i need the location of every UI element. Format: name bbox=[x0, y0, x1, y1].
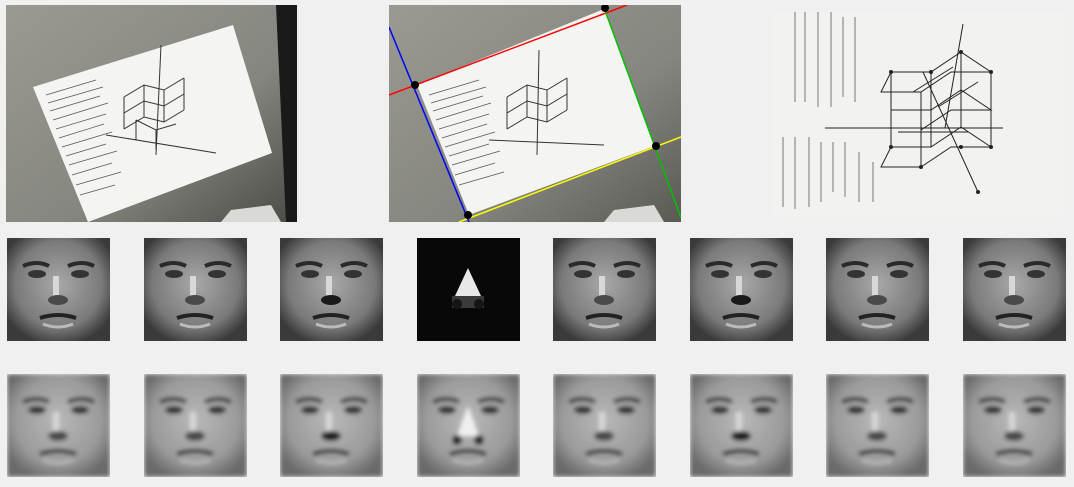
reconstructed-face-thumbnail bbox=[144, 374, 247, 477]
raw-face-thumbnail bbox=[417, 238, 520, 341]
rectified-document-panel bbox=[773, 12, 1064, 216]
raw-face-thumbnail bbox=[690, 238, 793, 341]
corner-marker bbox=[411, 81, 419, 89]
reconstructed-face-thumbnail bbox=[7, 374, 110, 477]
reconstructed-face-thumbnail bbox=[553, 374, 656, 477]
reconstructed-face-thumbnail bbox=[417, 374, 520, 477]
raw-face-thumbnail bbox=[7, 238, 110, 341]
raw-face-thumbnail bbox=[553, 238, 656, 341]
corner-marker bbox=[464, 211, 472, 219]
rectified-document-image bbox=[773, 12, 1064, 216]
corner-marker bbox=[652, 142, 660, 150]
raw-face-thumbnail bbox=[144, 238, 247, 341]
detected-edges-panel bbox=[389, 5, 681, 222]
original-photo-panel bbox=[6, 5, 297, 222]
raw-face-thumbnail bbox=[826, 238, 929, 341]
raw-face-thumbnail bbox=[963, 238, 1066, 341]
original-photo-image bbox=[6, 5, 297, 222]
detected-edges-image bbox=[389, 5, 681, 222]
reconstructed-face-thumbnail bbox=[826, 374, 929, 477]
reconstructed-face-thumbnail bbox=[280, 374, 383, 477]
reconstructed-face-thumbnail bbox=[963, 374, 1066, 477]
reconstructed-face-thumbnail bbox=[690, 374, 793, 477]
raw-face-thumbnail bbox=[280, 238, 383, 341]
